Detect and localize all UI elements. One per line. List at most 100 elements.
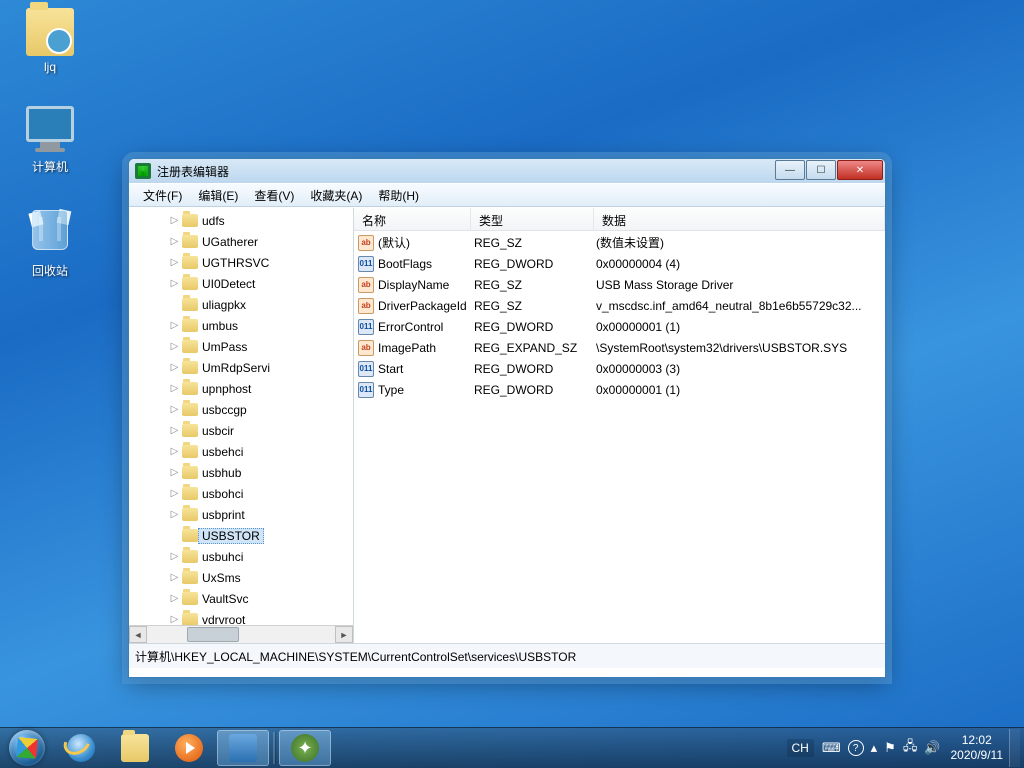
tray-network-icon[interactable]: 🖧 <box>903 737 918 759</box>
expand-icon[interactable]: ▷ <box>169 383 180 394</box>
value-row[interactable]: ab(默认)REG_SZ(数值未设置) <box>354 232 885 253</box>
value-row[interactable]: 011BootFlagsREG_DWORD0x00000004 (4) <box>354 253 885 274</box>
tree-node-usbohci[interactable]: ▷ usbohci <box>129 483 353 504</box>
tree-node-label: UmRdpServi <box>202 361 270 375</box>
taskbar-mediaplayer[interactable] <box>163 730 215 766</box>
value-row[interactable]: 011TypeREG_DWORD0x00000001 (1) <box>354 379 885 400</box>
col-name[interactable]: 名称 <box>354 208 471 230</box>
string-value-icon: ab <box>358 340 374 356</box>
expand-icon[interactable]: ▷ <box>169 362 180 373</box>
horizontal-scrollbar[interactable]: ◄ ► <box>129 625 353 643</box>
expand-icon[interactable]: ▷ <box>169 425 180 436</box>
tree-node-udfs[interactable]: ▷udfs <box>129 210 353 231</box>
scroll-left-button[interactable]: ◄ <box>129 626 147 643</box>
start-button[interactable] <box>0 728 54 768</box>
expand-icon[interactable]: ▷ <box>169 467 180 478</box>
tree-node-usbehci[interactable]: ▷usbehci <box>129 441 353 462</box>
expand-icon[interactable]: ▷ <box>169 446 180 457</box>
expand-icon[interactable]: ▷ <box>169 593 180 604</box>
col-data[interactable]: 数据 <box>594 208 885 230</box>
menu-favorites[interactable]: 收藏夹(A) <box>302 185 370 206</box>
tree-node-uliagpkx[interactable]: uliagpkx <box>129 294 353 315</box>
tree-node-label: usbohci <box>202 487 243 501</box>
taskbar-app1[interactable] <box>217 730 269 766</box>
tree-node-label: UGatherer <box>202 235 258 249</box>
value-name: BootFlags <box>378 257 432 271</box>
expand-icon[interactable]: ▷ <box>169 257 180 268</box>
expand-icon[interactable]: ▷ <box>169 320 180 331</box>
tray-chevron-icon[interactable]: ▴ <box>871 740 878 756</box>
value-row[interactable]: 011StartREG_DWORD0x00000003 (3) <box>354 358 885 379</box>
maximize-button[interactable]: ☐ <box>806 160 836 180</box>
expand-icon[interactable]: ▷ <box>169 236 180 247</box>
expand-icon[interactable]: ▷ <box>169 572 180 583</box>
expand-icon[interactable]: ▷ <box>169 404 180 415</box>
expand-icon[interactable]: ▷ <box>169 509 180 520</box>
tree-node-usbstor[interactable]: USBSTOR <box>129 525 353 546</box>
tree-node-label: UGTHRSVC <box>202 256 269 270</box>
status-path: 计算机\HKEY_LOCAL_MACHINE\SYSTEM\CurrentCon… <box>135 648 576 665</box>
tree-node-usbcir[interactable]: ▷usbcir <box>129 420 353 441</box>
close-button[interactable]: ✕ <box>837 160 883 180</box>
value-type: REG_DWORD <box>474 362 596 376</box>
expand-icon[interactable] <box>169 530 180 541</box>
tree-node-usbprint[interactable]: ▷usbprint <box>129 504 353 525</box>
desktop-icon-userfolder[interactable]: ljq <box>12 8 88 74</box>
taskbar-explorer[interactable] <box>109 730 161 766</box>
tree-node-usbccgp[interactable]: ▷usbccgp <box>129 399 353 420</box>
tree-node-upnphost[interactable]: ▷upnphost <box>129 378 353 399</box>
tray-volume-icon[interactable]: 🔊 <box>924 740 940 756</box>
expand-icon[interactable]: ▷ <box>169 215 180 226</box>
expand-icon[interactable]: ▷ <box>169 551 180 562</box>
folder-icon <box>182 319 198 332</box>
value-name: DisplayName <box>378 278 449 292</box>
clock[interactable]: 12:02 2020/9/11 <box>951 733 1004 763</box>
value-row[interactable]: abDriverPackageIdREG_SZv_mscdsc.inf_amd6… <box>354 295 885 316</box>
tree-node-ui0detect[interactable]: ▷UI0Detect <box>129 273 353 294</box>
tree-node-ugatherer[interactable]: ▷ UGatherer <box>129 231 353 252</box>
tray-help-icon[interactable]: ? <box>848 740 864 756</box>
menu-view[interactable]: 查看(V) <box>246 185 302 206</box>
tree-node-uxsms[interactable]: ▷UxSms <box>129 567 353 588</box>
expand-icon[interactable]: ▷ <box>169 278 180 289</box>
value-row[interactable]: 011ErrorControlREG_DWORD0x00000001 (1) <box>354 316 885 337</box>
tree-node-vaultsvc[interactable]: ▷VaultSvc <box>129 588 353 609</box>
tree-node-umrdpservi[interactable]: ▷ UmRdpServi <box>129 357 353 378</box>
folder-icon <box>182 382 198 395</box>
desktop-icon-recyclebin[interactable]: 回收站 <box>12 206 88 279</box>
value-row[interactable]: abImagePathREG_EXPAND_SZ\SystemRoot\syst… <box>354 337 885 358</box>
value-row[interactable]: abDisplayNameREG_SZUSB Mass Storage Driv… <box>354 274 885 295</box>
minimize-button[interactable]: — <box>775 160 805 180</box>
value-data: v_mscdsc.inf_amd64_neutral_8b1e6b55729c3… <box>596 299 885 313</box>
folder-icon <box>182 424 198 437</box>
desktop-icon-computer[interactable]: 计算机 <box>12 106 88 175</box>
tree-node-usbhub[interactable]: ▷ usbhub <box>129 462 353 483</box>
col-type[interactable]: 类型 <box>471 208 594 230</box>
tree-node-umbus[interactable]: ▷umbus <box>129 315 353 336</box>
ie-icon <box>67 734 95 762</box>
tree-node-umpass[interactable]: ▷UmPass <box>129 336 353 357</box>
folder-icon <box>182 235 198 248</box>
scroll-right-button[interactable]: ► <box>335 626 353 643</box>
tree-node-label: USBSTOR <box>198 528 264 544</box>
tray-flag-icon[interactable]: ⚑ <box>884 740 896 756</box>
menu-edit[interactable]: 编辑(E) <box>190 185 246 206</box>
expand-icon[interactable]: ▷ <box>169 341 180 352</box>
tree-node-label: usbhub <box>202 466 241 480</box>
tree-node-usbuhci[interactable]: ▷usbuhci <box>129 546 353 567</box>
titlebar[interactable]: 注册表编辑器 — ☐ ✕ <box>129 159 885 183</box>
folder-icon <box>26 8 74 56</box>
expand-icon[interactable]: ▷ <box>169 488 180 499</box>
menu-file[interactable]: 文件(F) <box>135 185 190 206</box>
taskbar-regedit[interactable] <box>279 730 331 766</box>
recyclebin-icon <box>26 210 74 258</box>
tray-keyboard-icon[interactable]: ⌨ <box>822 740 841 756</box>
taskbar-ie[interactable] <box>55 730 107 766</box>
expand-icon[interactable] <box>169 299 180 310</box>
tree-node-ugthrsvc[interactable]: ▷ UGTHRSVC <box>129 252 353 273</box>
language-indicator[interactable]: CH <box>787 739 814 757</box>
menu-help[interactable]: 帮助(H) <box>370 185 427 206</box>
scroll-thumb[interactable] <box>187 627 239 642</box>
expand-icon[interactable]: ▷ <box>169 614 180 625</box>
show-desktop-button[interactable] <box>1009 729 1020 767</box>
